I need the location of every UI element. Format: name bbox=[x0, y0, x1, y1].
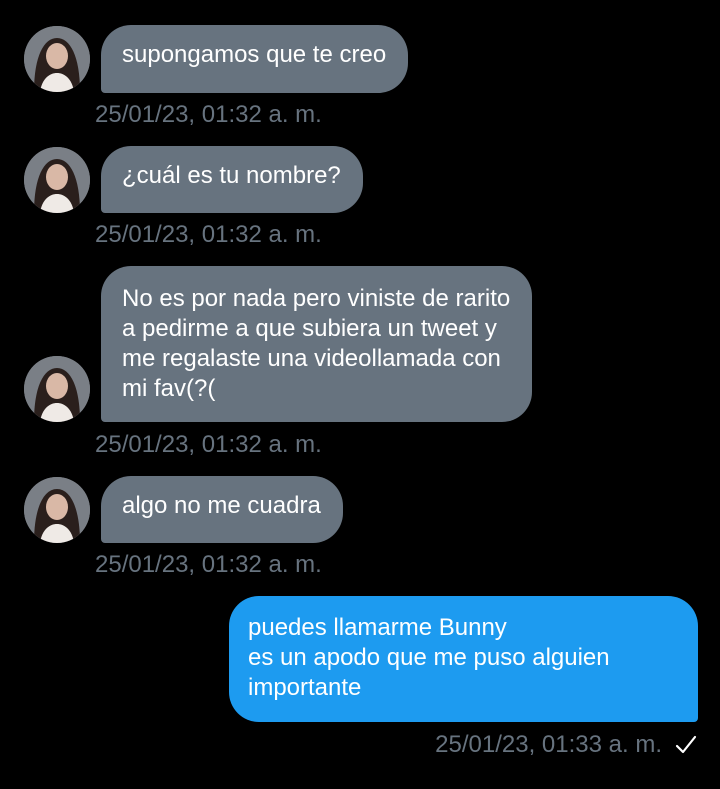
message-timestamp: 25/01/23, 01:32 a. m. bbox=[95, 221, 322, 248]
message-bubble-incoming[interactable]: supongamos que te creo bbox=[101, 25, 409, 93]
message-bubble-incoming[interactable]: algo no me cuadra bbox=[101, 476, 343, 543]
message-bubble-incoming[interactable]: No es por nada pero viniste de rarito a … bbox=[101, 266, 533, 422]
avatar[interactable] bbox=[24, 477, 90, 543]
message-timestamp: 25/01/23, 01:33 a. m. bbox=[435, 731, 662, 758]
message-bubble-outgoing[interactable]: puedes llamarme Bunny es un apodo que me… bbox=[229, 596, 698, 722]
message-bubble-incoming[interactable]: ¿cuál es tu nombre? bbox=[101, 146, 363, 213]
message-timestamp: 25/01/23, 01:32 a. m. bbox=[95, 101, 322, 128]
message-timestamp: 25/01/23, 01:32 a. m. bbox=[95, 551, 322, 578]
sent-check-icon bbox=[675, 735, 697, 754]
avatar[interactable] bbox=[24, 26, 90, 92]
avatar[interactable] bbox=[24, 356, 90, 422]
avatar[interactable] bbox=[24, 147, 90, 213]
message-timestamp: 25/01/23, 01:32 a. m. bbox=[95, 431, 322, 458]
